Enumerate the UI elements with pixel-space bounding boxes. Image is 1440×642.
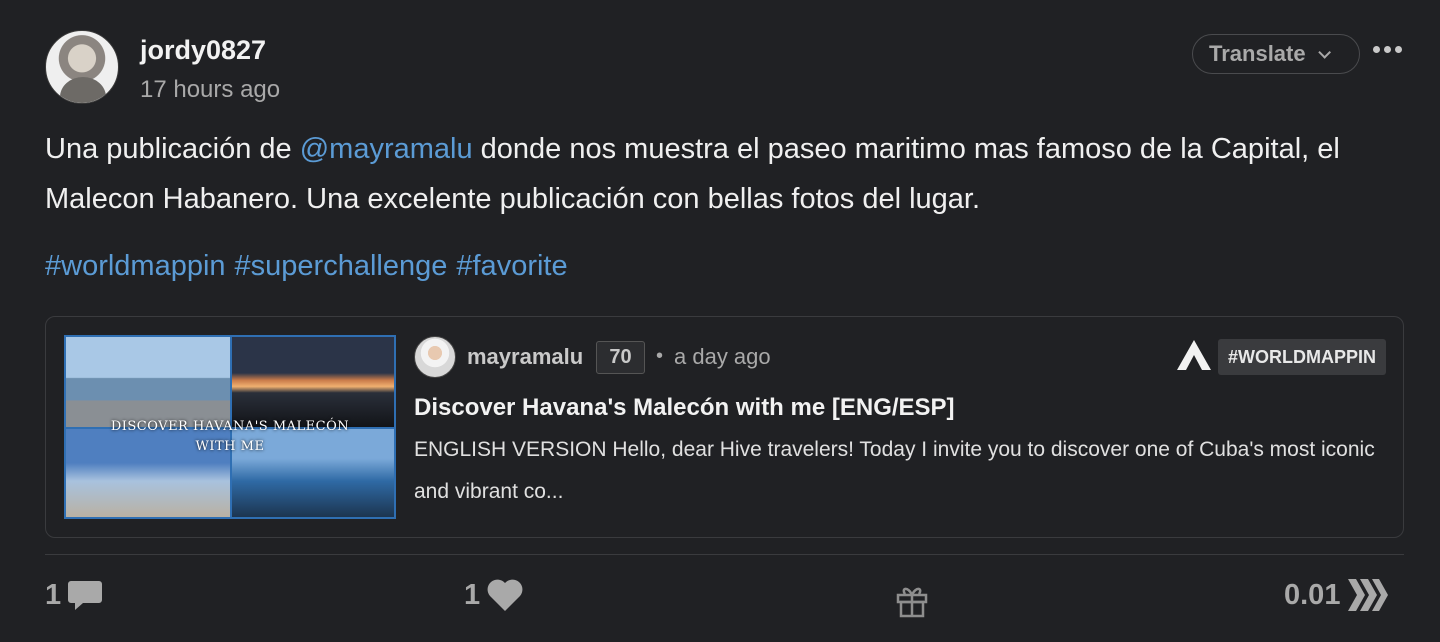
thumbnail-caption: DISCOVER HAVANA'S MALECÓN WITH ME xyxy=(110,419,350,454)
like-button[interactable]: 1 xyxy=(464,578,524,612)
linked-author-avatar[interactable] xyxy=(414,336,456,378)
payout-value: 0.01 xyxy=(1284,578,1341,611)
community-badge[interactable]: #WORLDMAPPIN xyxy=(1218,339,1386,375)
translate-label: Translate xyxy=(1209,41,1306,66)
linked-author-username[interactable]: mayramalu xyxy=(467,344,583,370)
comments-button[interactable]: 1 xyxy=(45,578,103,612)
reputation-badge: 70 xyxy=(596,341,645,374)
chevron-down-icon xyxy=(1317,45,1331,59)
translate-button[interactable]: Translate xyxy=(1192,34,1360,74)
gift-icon xyxy=(896,587,928,618)
separator-dot: • xyxy=(656,345,664,367)
tag-list: #worldmappin #superchallenge #favorite xyxy=(45,250,568,283)
more-icon xyxy=(1373,46,1380,53)
tag-link[interactable]: #superchallenge xyxy=(235,250,448,283)
comments-count: 1 xyxy=(45,578,62,611)
more-options-button[interactable] xyxy=(1373,46,1402,53)
heart-icon xyxy=(487,579,523,611)
hive-icon xyxy=(1348,579,1389,611)
post-timestamp[interactable]: 17 hours ago xyxy=(140,76,280,104)
body-text-before: Una publicación de xyxy=(45,133,300,165)
comment-icon xyxy=(68,581,103,610)
linked-post-title[interactable]: Discover Havana's Malecón with me [ENG/E… xyxy=(414,394,955,422)
post-body: Una publicación de @mayramalu donde nos … xyxy=(45,124,1385,224)
actions-divider xyxy=(45,554,1404,555)
gift-button[interactable] xyxy=(894,582,930,618)
linked-post-summary[interactable]: ENGLISH VERSION Hello, dear Hive travele… xyxy=(414,429,1384,513)
author-username[interactable]: jordy0827 xyxy=(140,35,266,66)
likes-count: 1 xyxy=(464,578,481,611)
linked-post-thumbnail[interactable]: DISCOVER HAVANA'S MALECÓN WITH ME xyxy=(64,335,396,519)
linked-post-card[interactable]: DISCOVER HAVANA'S MALECÓN WITH ME mayram… xyxy=(45,316,1404,538)
mention-link[interactable]: @mayramalu xyxy=(300,133,473,165)
community-icon[interactable] xyxy=(1176,339,1212,371)
linked-post-timestamp[interactable]: a day ago xyxy=(674,344,771,370)
tag-link[interactable]: #worldmappin xyxy=(45,250,226,283)
author-avatar[interactable] xyxy=(45,30,119,104)
payout-button[interactable]: 0.01 xyxy=(1284,578,1390,612)
tag-link[interactable]: #favorite xyxy=(456,250,567,283)
